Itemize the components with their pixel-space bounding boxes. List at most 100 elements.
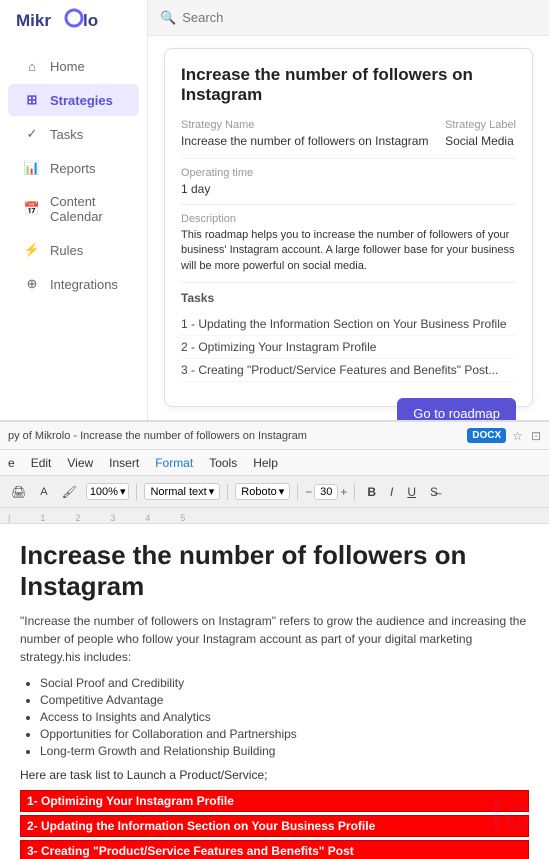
reports-icon: 📊 — [24, 160, 40, 176]
docx-badge: DOCX — [467, 428, 506, 443]
highlighted-task-2: 2- Updating the Information Section on Y… — [20, 815, 529, 837]
font-select[interactable]: Roboto ▾ — [235, 483, 290, 500]
sidebar-item-tasks-label: Tasks — [50, 127, 83, 142]
sidebar-item-content-calendar[interactable]: 📅 Content Calendar — [8, 186, 139, 232]
task-list-label: Here are task list to Launch a Product/S… — [20, 768, 529, 782]
svg-text:lo: lo — [83, 11, 98, 30]
task-item-2: 2 - Optimizing Your Instagram Profile — [181, 336, 516, 359]
svg-text:Mikr: Mikr — [16, 11, 51, 30]
sidebar-item-integrations-label: Integrations — [50, 277, 118, 292]
search-icon: 🔍 — [160, 10, 176, 26]
sidebar-item-rules[interactable]: ⚡ Rules — [8, 234, 139, 266]
bold-button[interactable]: B — [362, 483, 381, 501]
menu-item-help[interactable]: Help — [253, 456, 278, 470]
zoom-chevron: ▾ — [120, 485, 126, 498]
strategies-icon: ⊞ — [24, 92, 40, 108]
search-input[interactable] — [182, 10, 537, 25]
tasks-icon: ✓ — [24, 126, 40, 142]
sidebar-item-reports-label: Reports — [50, 161, 96, 176]
sidebar-item-rules-label: Rules — [50, 243, 83, 258]
sidebar-item-tasks[interactable]: ✓ Tasks — [8, 118, 139, 150]
sidebar-item-integrations[interactable]: ⊕ Integrations — [8, 268, 139, 300]
menu-item-insert[interactable]: Insert — [109, 456, 139, 470]
doc-menubar: e Edit View Insert Format Tools Help — [0, 450, 549, 476]
format-value: Normal text — [150, 486, 206, 498]
description-group: Description This roadmap helps you to in… — [181, 213, 516, 274]
strategy-label-value: Social Media — [445, 134, 516, 148]
divider-2 — [181, 204, 516, 205]
strategy-card-title: Increase the number of followers on Inst… — [181, 65, 516, 105]
sidebar-item-content-calendar-label: Content Calendar — [50, 194, 123, 224]
description-value: This roadmap helps you to increase the n… — [181, 228, 516, 274]
zoom-value: 100% — [90, 486, 118, 498]
font-value: Roboto — [241, 486, 276, 498]
strategy-card: Increase the number of followers on Inst… — [164, 48, 533, 407]
spell-check-button[interactable]: A — [35, 484, 52, 500]
font-size-value[interactable]: 30 — [314, 484, 338, 500]
description-label: Description — [181, 213, 516, 225]
doc-titlebar: py of Mikrolo - Increase the number of f… — [0, 422, 549, 450]
bullet-5: Long-term Growth and Relationship Buildi… — [40, 744, 529, 758]
format-chevron: ▾ — [209, 485, 215, 498]
ruler: |12345 — [0, 508, 549, 524]
integrations-icon: ⊕ — [24, 276, 40, 292]
doc-title: py of Mikrolo - Increase the number of f… — [8, 430, 461, 442]
strategy-name-group: Strategy Name Increase the number of fol… — [181, 119, 428, 148]
task-item-1: 1 - Updating the Information Section on … — [181, 313, 516, 336]
home-icon: ⌂ — [24, 58, 40, 74]
tasks-label: Tasks — [181, 291, 516, 305]
search-bar: 🔍 — [148, 0, 549, 36]
doc-content: Increase the number of followers on Inst… — [0, 524, 549, 859]
highlighted-task-1: 1- Optimizing Your Instagram Profile — [20, 790, 529, 812]
logo: Mikr lo — [0, 0, 147, 40]
operating-time-value: 1 day — [181, 182, 516, 196]
menu-item-tools[interactable]: Tools — [209, 456, 237, 470]
divider-1 — [181, 158, 516, 159]
menu-item-view[interactable]: View — [67, 456, 93, 470]
font-chevron: ▾ — [279, 485, 285, 498]
separator-1 — [136, 484, 137, 500]
separator-2 — [227, 484, 228, 500]
sidebar-item-strategies-label: Strategies — [50, 93, 113, 108]
star-icon[interactable]: ☆ — [512, 429, 523, 443]
doc-editor: py of Mikrolo - Increase the number of f… — [0, 420, 549, 859]
sidebar-item-home[interactable]: ⌂ Home — [8, 50, 139, 82]
tasks-section: Tasks 1 - Updating the Information Secti… — [181, 291, 516, 382]
title-icons: ☆ ⊡ — [512, 429, 541, 443]
bullet-2: Competitive Advantage — [40, 693, 529, 707]
menu-item-file[interactable]: e — [8, 456, 15, 470]
zoom-select[interactable]: 100% ▾ — [86, 483, 130, 500]
strategy-label-group: Strategy Label Social Media — [445, 119, 516, 148]
sidebar-item-home-label: Home — [50, 59, 85, 74]
font-size-decrease[interactable]: − — [305, 485, 312, 499]
bullet-1: Social Proof and Credibility — [40, 676, 529, 690]
separator-3 — [297, 484, 298, 500]
bullet-3: Access to Insights and Analytics — [40, 710, 529, 724]
italic-button[interactable]: I — [385, 483, 398, 501]
font-size-area: − 30 + — [305, 484, 347, 500]
strategy-name-label: Strategy Name — [181, 119, 428, 131]
font-size-increase[interactable]: + — [340, 485, 347, 499]
divider-3 — [181, 282, 516, 283]
doc-heading: Increase the number of followers on Inst… — [20, 540, 529, 602]
operating-time-group: Operating time 1 day — [181, 167, 516, 196]
operating-time-label: Operating time — [181, 167, 516, 179]
menu-item-edit[interactable]: Edit — [31, 456, 52, 470]
expand-icon[interactable]: ⊡ — [531, 429, 541, 443]
underline-button[interactable]: U — [402, 483, 421, 501]
calendar-icon: 📅 — [24, 201, 40, 217]
menu-item-format[interactable]: Format — [155, 456, 193, 470]
sidebar-item-reports[interactable]: 📊 Reports — [8, 152, 139, 184]
strategy-meta: Strategy Name Increase the number of fol… — [181, 119, 516, 148]
doc-body-text: "Increase the number of followers on Ins… — [20, 612, 529, 666]
rules-icon: ⚡ — [24, 242, 40, 258]
strikethrough-button[interactable]: S̶ — [425, 483, 443, 501]
print-button[interactable]: 🖨 — [6, 483, 31, 501]
highlighted-task-3: 3- Creating "Product/Service Features an… — [20, 840, 529, 859]
separator-4 — [354, 484, 355, 500]
paint-format-button[interactable]: 🖌 — [57, 483, 82, 501]
strategy-label-label: Strategy Label — [445, 119, 516, 131]
sidebar-item-strategies[interactable]: ⊞ Strategies — [8, 84, 139, 116]
strategy-name-value: Increase the number of followers on Inst… — [181, 134, 428, 148]
format-select[interactable]: Normal text ▾ — [144, 483, 220, 500]
